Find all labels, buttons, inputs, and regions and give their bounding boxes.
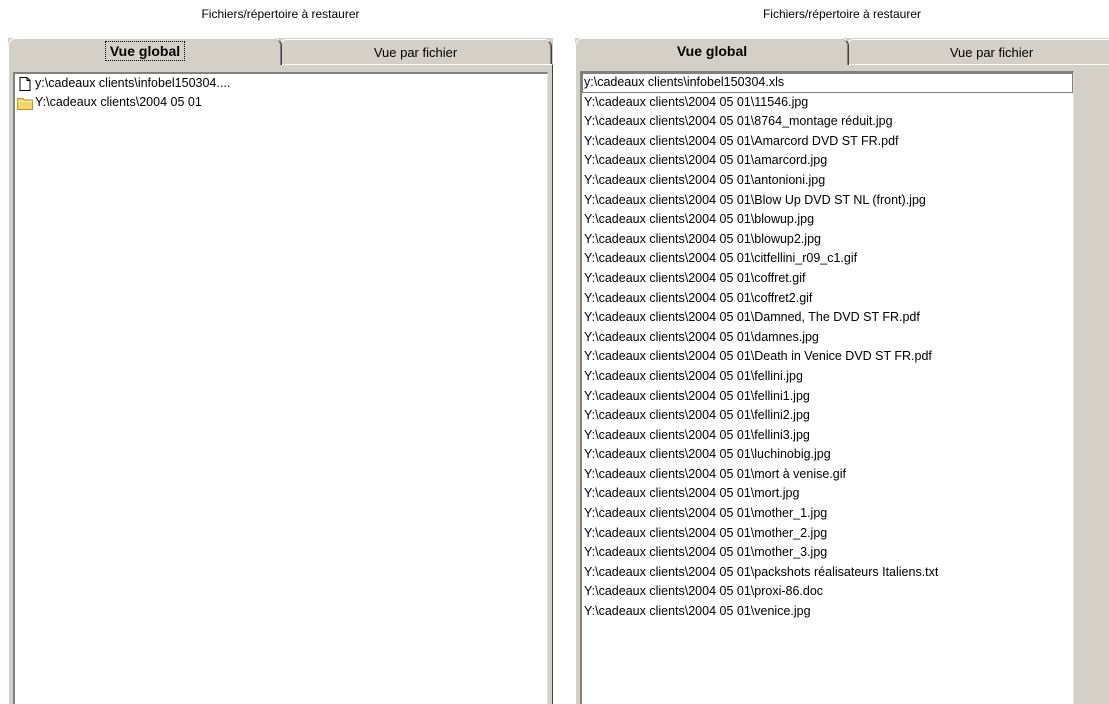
tree-item-file-label: y:\cadeaux clients\infobel150304.... [35, 76, 231, 90]
folder-icon [17, 97, 33, 110]
left-tab-body: y:\cadeaux clients\infobel150304.... Y:\… [8, 64, 553, 704]
file-list-item[interactable]: Y:\cadeaux clients\2004 05 01\coffret.gi… [582, 269, 1073, 289]
file-list-item[interactable]: Y:\cadeaux clients\2004 05 01\Damned, Th… [582, 308, 1073, 328]
file-list-item[interactable]: Y:\cadeaux clients\2004 05 01\proxi-86.d… [582, 582, 1073, 602]
right-restore-panel: Vue global Vue par fichier y:\cadeaux cl… [575, 38, 1109, 704]
file-list-item[interactable]: Y:\cadeaux clients\2004 05 01\mother_2.j… [582, 524, 1073, 544]
right-file-list[interactable]: y:\cadeaux clients\infobel150304.xls Y:\c… [580, 71, 1074, 704]
left-panel-title: Fichiers/répertoire à restaurer [201, 7, 360, 21]
file-list-item[interactable]: Y:\cadeaux clients\2004 05 01\fellini.jp… [582, 367, 1073, 387]
file-list-item[interactable]: Y:\cadeaux clients\2004 05 01\antonioni.… [582, 171, 1073, 191]
file-list-item[interactable]: Y:\cadeaux clients\2004 05 01\citfellini… [582, 249, 1073, 269]
file-list-item[interactable]: Y:\cadeaux clients\2004 05 01\luchinobig… [582, 445, 1073, 465]
file-list-item[interactable]: Y:\cadeaux clients\2004 05 01\mother_3.j… [582, 543, 1073, 563]
file-list-item[interactable]: Y:\cadeaux clients\2004 05 01\Blow Up DV… [582, 191, 1073, 211]
right-tab-vue-global-label: Vue global [676, 43, 748, 59]
right-panel-title: Fichiers/répertoire à restaurer [762, 7, 922, 21]
file-list-item[interactable]: Y:\cadeaux clients\2004 05 01\mother_1.j… [582, 504, 1073, 524]
file-list-item[interactable]: Y:\cadeaux clients\2004 05 01\Death in V… [582, 347, 1073, 367]
left-restore-panel: Vue global Vue par fichier y:\cadeaux cl… [8, 38, 553, 704]
file-list-item[interactable]: Y:\cadeaux clients\2004 05 01\8764_monta… [582, 112, 1073, 132]
tree-item-folder[interactable]: Y:\cadeaux clients\2004 05 01 [15, 93, 547, 112]
file-list-item[interactable]: y:\cadeaux clients\infobel150304.xls [582, 73, 1073, 93]
file-icon [19, 76, 31, 91]
right-tab-strip: Vue global Vue par fichier [575, 38, 1109, 65]
file-list-item[interactable]: Y:\cadeaux clients\2004 05 01\Amarcord D… [582, 132, 1073, 152]
tree-item-file[interactable]: y:\cadeaux clients\infobel150304.... [15, 74, 547, 93]
file-list-item[interactable]: Y:\cadeaux clients\2004 05 01\damnes.jpg [582, 328, 1073, 348]
left-tab-strip: Vue global Vue par fichier [8, 38, 553, 65]
right-tab-vue-global[interactable]: Vue global [575, 38, 849, 65]
file-list-item[interactable]: Y:\cadeaux clients\2004 05 01\fellini3.j… [582, 426, 1073, 446]
left-tab-vue-par-fichier[interactable]: Vue par fichier [279, 39, 552, 65]
left-tab-vue-global[interactable]: Vue global [8, 38, 282, 65]
tree-item-folder-label: Y:\cadeaux clients\2004 05 01 [35, 95, 202, 109]
file-list-item[interactable]: Y:\cadeaux clients\2004 05 01\mort à ven… [582, 465, 1073, 485]
file-list-item[interactable]: Y:\cadeaux clients\2004 05 01\blowup2.jp… [582, 230, 1073, 250]
file-list-item[interactable]: Y:\cadeaux clients\2004 05 01\packshots … [582, 563, 1073, 583]
left-tree-view[interactable]: y:\cadeaux clients\infobel150304.... Y:\… [13, 72, 548, 704]
right-tab-vue-par-fichier-label: Vue par fichier [949, 45, 1034, 60]
file-list-item[interactable]: Y:\cadeaux clients\2004 05 01\11546.jpg [582, 93, 1073, 113]
file-list-item[interactable]: Y:\cadeaux clients\2004 05 01\blowup.jpg [582, 210, 1073, 230]
file-list-item[interactable]: Y:\cadeaux clients\2004 05 01\venice.jpg [582, 602, 1073, 622]
file-list-item[interactable]: Y:\cadeaux clients\2004 05 01\mort.jpg [582, 484, 1073, 504]
file-list-item[interactable]: Y:\cadeaux clients\2004 05 01\fellini1.j… [582, 387, 1073, 407]
left-tab-vue-global-label: Vue global [104, 41, 186, 61]
file-list-item[interactable]: Y:\cadeaux clients\2004 05 01\amarcord.j… [582, 151, 1073, 171]
right-tab-vue-par-fichier[interactable]: Vue par fichier [846, 39, 1109, 65]
file-list-item[interactable]: Y:\cadeaux clients\2004 05 01\fellini2.j… [582, 406, 1073, 426]
left-tab-vue-par-fichier-label: Vue par fichier [373, 45, 458, 60]
file-list-item[interactable]: Y:\cadeaux clients\2004 05 01\coffret2.g… [582, 289, 1073, 309]
right-tab-body: y:\cadeaux clients\infobel150304.xls Y:\c… [575, 64, 1109, 704]
